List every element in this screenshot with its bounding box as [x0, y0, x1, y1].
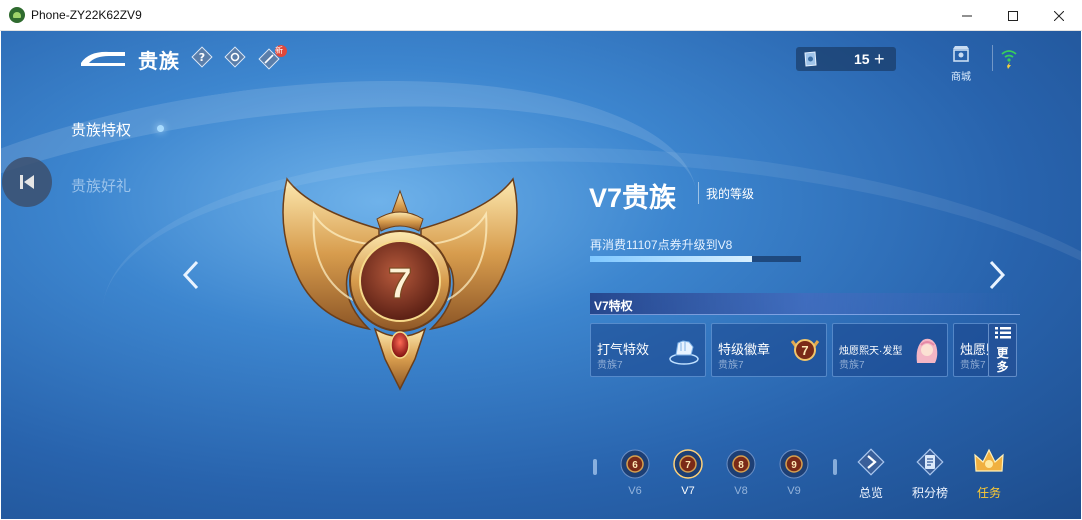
edit-icon[interactable]	[258, 44, 288, 70]
sidebar-item-gifts[interactable]: 贵族好礼	[71, 157, 131, 213]
privilege-card[interactable]: 烛愿熙 贵族7	[953, 323, 989, 377]
privilege-card[interactable]: 特级徽章 贵族7 7	[711, 323, 827, 377]
tasks-button[interactable]: 任务	[967, 447, 1011, 501]
privilege-name: 打气特效	[597, 342, 650, 357]
scroll-edge-left	[593, 459, 597, 475]
level-selector: 6 V6 7 V7 8 V8 9 V9	[593, 449, 843, 497]
level-tab-v6[interactable]: 6 V6	[617, 449, 653, 497]
overview-button[interactable]: 总览	[849, 447, 893, 501]
help-icon[interactable]: ?	[191, 46, 213, 68]
privileges-header: V7特权	[590, 293, 1020, 315]
level-label: V7	[681, 485, 695, 497]
more-label: 多	[996, 360, 1009, 374]
leaderboard-icon	[916, 448, 944, 476]
coupon-balance: 15 +	[796, 47, 896, 71]
sidebar: 贵族特权 贵族好礼	[71, 101, 164, 213]
level-label: V6	[628, 485, 642, 497]
my-level-label: 我的等级	[706, 187, 755, 201]
progress-fill	[590, 256, 753, 262]
rank-title: V7贵族	[589, 183, 677, 213]
active-indicator	[157, 125, 164, 132]
privilege-tier: 贵族7	[839, 360, 865, 371]
next-level-arrow[interactable]	[985, 259, 1009, 291]
add-coupon-button[interactable]: +	[874, 49, 885, 70]
svg-text:9: 9	[791, 460, 797, 471]
shop-label: 商城	[951, 72, 971, 83]
upgrade-hint: 再消费11107点券升级到V8	[590, 238, 733, 252]
close-button[interactable]	[1036, 0, 1082, 31]
page-title: 贵族	[138, 51, 180, 73]
minimize-icon	[962, 15, 972, 16]
privilege-tier: 贵族7	[597, 360, 623, 371]
sidebar-item-privileges[interactable]: 贵族特权	[71, 101, 131, 157]
window-title: Phone-ZY22K62ZV9	[31, 8, 142, 22]
v7-noble-emblem: 7	[282, 177, 518, 391]
sidebar-item-label: 贵族好礼	[71, 177, 132, 195]
privilege-card[interactable]: 打气特效 贵族7	[590, 323, 706, 377]
level-badge-icon: 6	[620, 449, 650, 479]
leaderboard-label: 积分榜	[911, 486, 948, 500]
list-icon	[994, 327, 1011, 339]
scroll-edge-right	[833, 459, 837, 475]
tasks-crown-icon	[974, 448, 1004, 472]
hero-avatar-icon	[916, 338, 938, 363]
level-tab-v7[interactable]: 7 V7	[670, 449, 706, 497]
svg-text:7: 7	[801, 343, 808, 358]
privilege-name: 烛愿熙天·发型	[839, 346, 903, 357]
floating-collapse-button[interactable]	[2, 157, 52, 207]
level-badge-icon: 8	[726, 449, 756, 479]
svg-text:8: 8	[738, 460, 744, 471]
fist-bump-icon	[669, 340, 699, 365]
leaderboard-button[interactable]: 积分榜	[908, 447, 952, 501]
privilege-tier: 贵族7	[960, 360, 986, 371]
minimize-button[interactable]	[944, 0, 990, 31]
privilege-card[interactable]: 烛愿熙天·发型 贵族7	[832, 323, 948, 377]
privilege-name: 特级徽章	[718, 342, 771, 357]
level-tab-v8[interactable]: 8 V8	[723, 449, 759, 497]
svg-text:6: 6	[632, 460, 638, 471]
wifi-icon	[1001, 50, 1017, 69]
coupon-amount: 15	[854, 51, 870, 67]
sidebar-item-label: 贵族特权	[71, 121, 132, 139]
previous-level-arrow[interactable]	[179, 259, 203, 291]
window-titlebar: Phone-ZY22K62ZV9	[0, 0, 1082, 31]
more-privileges-button[interactable]: 更 多	[988, 323, 1017, 377]
overview-label: 总览	[858, 486, 883, 500]
divider	[698, 182, 699, 204]
privileges-title: V7特权	[594, 299, 633, 313]
level-label: V9	[787, 485, 801, 497]
more-label: 更	[996, 346, 1009, 360]
shop-icon	[953, 46, 969, 62]
play-left-icon	[20, 175, 34, 189]
maximize-button[interactable]	[990, 0, 1036, 31]
coupon-icon	[804, 51, 817, 67]
svg-text:7: 7	[685, 460, 691, 471]
level-badge-icon: 7	[673, 449, 703, 479]
game-screen: 贵族 ? 新 贵族特权 贵族好礼 15 + 商城 7 V7贵族 我的等级 再消费…	[1, 31, 1081, 519]
divider	[992, 45, 993, 71]
overview-icon	[857, 448, 885, 476]
svg-text:?: ?	[199, 51, 205, 64]
level-tab-v9[interactable]: 9 V9	[776, 449, 812, 497]
v7-badge-icon: 7	[790, 339, 820, 361]
privilege-tier: 贵族7	[718, 360, 744, 371]
android-app-icon	[9, 7, 25, 23]
back-button[interactable]	[79, 47, 127, 69]
maximize-icon	[1008, 10, 1018, 21]
privilege-name: 烛愿熙	[960, 342, 988, 357]
level-badge-icon: 9	[779, 449, 809, 479]
upgrade-progress-bar	[590, 256, 801, 262]
compass-icon[interactable]	[224, 46, 246, 68]
emblem-level-number: 7	[388, 259, 412, 308]
shop-button[interactable]: 商城	[945, 43, 977, 83]
level-label: V8	[734, 485, 748, 497]
close-icon	[1054, 10, 1064, 21]
tasks-label: 任务	[976, 486, 1001, 500]
new-badge: 新	[275, 46, 283, 55]
